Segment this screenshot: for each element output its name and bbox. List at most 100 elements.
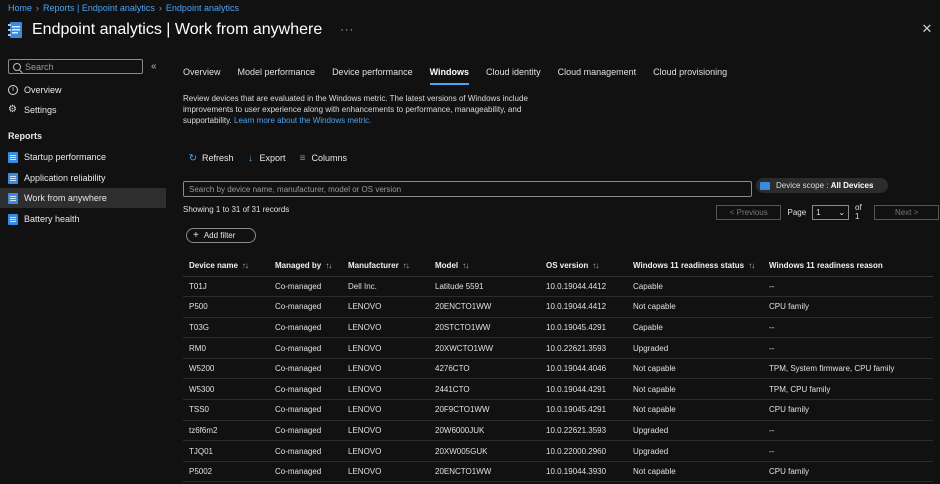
table-row[interactable]: W5300 Co-managed LENOVO 2441CTO 10.0.19044.4… xyxy=(183,378,933,401)
device-scope-label: Device scope : xyxy=(776,181,831,190)
managed-by-cell: Co-managed xyxy=(269,461,342,483)
page-header: Endpoint analytics | Work from anywhere … xyxy=(8,18,354,42)
refresh-button[interactable]: ↻ Refresh xyxy=(188,153,234,164)
previous-page-button[interactable]: < Previous xyxy=(716,204,782,220)
sidebar-item-settings[interactable]: ⚙ Settings xyxy=(0,100,166,120)
sort-icon[interactable]: ↑↓ xyxy=(748,261,755,270)
table-row[interactable]: P5002 Co-managed LENOVO 20ENCTO1WW 10.0.1904… xyxy=(183,461,933,483)
tab-cloud-management[interactable]: Cloud management xyxy=(558,67,637,81)
column-header-device-name[interactable]: Device name ↑↓ xyxy=(183,255,269,277)
managed-by-cell: Co-managed xyxy=(269,399,342,421)
manufacturer-cell: LENOVO xyxy=(342,358,429,380)
main-content: Overview Model performance Device perfor… xyxy=(183,52,940,484)
columns-button[interactable]: ≡ Columns xyxy=(298,153,347,164)
device-search-input[interactable]: Search by device name, manufacturer, mod… xyxy=(183,181,752,197)
collapse-sidebar-icon[interactable]: « xyxy=(151,61,157,72)
sidebar-item-startup-performance[interactable]: Startup performance xyxy=(0,147,166,167)
model-cell: 20XW005GUK xyxy=(429,440,540,462)
tab-cloud-identity[interactable]: Cloud identity xyxy=(486,67,541,81)
sidebar-item-label: Battery health xyxy=(24,214,80,224)
device-name-cell: TJQ01 xyxy=(183,440,269,462)
table-row[interactable]: T03G Co-managed LENOVO 20STCTO1WW 10.0.19045… xyxy=(183,317,933,339)
device-name-cell: P5002 xyxy=(183,461,269,483)
sidebar-search-input[interactable]: Search xyxy=(8,59,143,74)
readiness-reason-cell: CPU family xyxy=(763,461,933,483)
column-header-readiness-reason: Windows 11 readiness reason xyxy=(763,255,933,277)
tab-windows[interactable]: Windows xyxy=(429,67,470,85)
os-version-cell: 10.0.19044.3930 xyxy=(540,461,627,483)
sort-icon[interactable]: ↑↓ xyxy=(242,261,249,270)
table-row[interactable]: T01J Co-managed Dell Inc. Latitude 5591 10.0… xyxy=(183,276,933,298)
readiness-status-cell: Upgraded xyxy=(627,337,763,359)
column-header-label: OS version xyxy=(546,260,589,270)
tab-overview[interactable]: Overview xyxy=(183,67,221,81)
column-header-os-version[interactable]: OS version ↑↓ xyxy=(540,255,627,277)
os-version-cell: 10.0.19044.4046 xyxy=(540,358,627,380)
tab-cloud-provisioning[interactable]: Cloud provisioning xyxy=(653,67,727,81)
more-options-icon[interactable]: ··· xyxy=(340,24,354,36)
download-icon: ↓ xyxy=(248,152,254,164)
table-row[interactable]: P500 Co-managed LENOVO 20ENCTO1WW 10.0.19044… xyxy=(183,296,933,318)
sidebar-search-placeholder: Search xyxy=(25,61,54,72)
sidebar-item-overview[interactable]: i Overview xyxy=(0,80,166,100)
os-version-cell: 10.0.19044.4412 xyxy=(540,276,627,298)
export-label: Export xyxy=(259,153,286,163)
breadcrumb-endpoint-analytics[interactable]: Endpoint analytics xyxy=(166,3,239,13)
sidebar-item-battery-health[interactable]: Battery health xyxy=(0,209,166,229)
add-filter-button[interactable]: + Add filter xyxy=(186,228,256,243)
close-icon[interactable]: ✕ xyxy=(920,22,934,36)
table-row[interactable]: TSS0 Co-managed LENOVO 20F9CTO1WW 10.0.19045… xyxy=(183,399,933,421)
export-button[interactable]: ↓ Export xyxy=(246,153,286,164)
sidebar-item-application-reliability[interactable]: Application reliability xyxy=(0,168,166,188)
chevron-right-icon: › xyxy=(36,3,40,13)
readiness-reason-cell: -- xyxy=(763,317,933,339)
os-version-cell: 10.0.19045.4291 xyxy=(540,317,627,339)
info-icon: i xyxy=(8,85,18,95)
page-title: Endpoint analytics | Work from anywhere xyxy=(32,21,323,38)
model-cell: 2441CTO xyxy=(429,378,540,401)
manufacturer-cell: LENOVO xyxy=(342,296,429,318)
breadcrumb-reports[interactable]: Reports | Endpoint analytics xyxy=(43,3,155,13)
sidebar-item-label: Settings xyxy=(24,105,57,115)
column-header-manufacturer[interactable]: Manufacturer ↑↓ xyxy=(342,255,429,277)
gear-icon: ⚙ xyxy=(8,104,17,115)
column-header-managed-by[interactable]: Managed by ↑↓ xyxy=(269,255,342,277)
model-cell: 4276CTO xyxy=(429,358,540,380)
sidebar: Search « i Overview ⚙ Settings Reports S… xyxy=(0,52,166,484)
page-label: Page xyxy=(787,207,807,217)
table-row[interactable]: W5200 Co-managed LENOVO 4276CTO 10.0.19044.4… xyxy=(183,358,933,380)
table-row[interactable]: TJQ01 Co-managed LENOVO 20XW005GUK 10.0.2200… xyxy=(183,440,933,462)
pagination: < Previous Page 1 ⌄ of 1 Next > xyxy=(716,203,940,221)
device-scope-button[interactable]: Device scope : All Devices xyxy=(756,178,888,193)
tab-description: Review devices that are evaluated in the… xyxy=(183,93,553,126)
breadcrumb-home[interactable]: Home xyxy=(8,3,32,13)
sidebar-item-label: Startup performance xyxy=(24,152,107,162)
page-select[interactable]: 1 ⌄ xyxy=(812,204,850,220)
readiness-status-cell: Not capable xyxy=(627,461,763,483)
table-row[interactable]: tz6f6m2 Co-managed LENOVO 20W6000JUK 10.0.22… xyxy=(183,420,933,442)
model-cell: Latitude 5591 xyxy=(429,276,540,298)
device-search-placeholder: Search by device name, manufacturer, mod… xyxy=(189,184,402,194)
sidebar-item-work-from-anywhere[interactable]: Work from anywhere xyxy=(0,188,166,208)
readiness-status-cell: Not capable xyxy=(627,358,763,380)
table-row[interactable]: RM0 Co-managed LENOVO 20XWCTO1WW 10.0.22621.… xyxy=(183,337,933,359)
tab-device-performance[interactable]: Device performance xyxy=(332,67,413,81)
sort-icon[interactable]: ↑↓ xyxy=(462,261,469,270)
column-header-model[interactable]: Model ↑↓ xyxy=(429,255,540,277)
column-header-readiness-status[interactable]: Windows 11 readiness status ↑↓ xyxy=(627,255,763,277)
sort-icon[interactable]: ↑↓ xyxy=(592,261,599,270)
readiness-status-cell: Upgraded xyxy=(627,420,763,442)
next-page-button[interactable]: Next > xyxy=(873,204,940,220)
column-header-label: Managed by xyxy=(275,260,322,270)
managed-by-cell: Co-managed xyxy=(269,358,342,380)
sort-icon[interactable]: ↑↓ xyxy=(325,261,332,270)
readiness-reason-cell: -- xyxy=(763,420,933,442)
tab-model-performance[interactable]: Model performance xyxy=(238,67,316,81)
page-select-value: 1 xyxy=(816,207,821,217)
learn-more-link[interactable]: Learn more about the Windows metric. xyxy=(234,116,371,125)
readiness-status-cell: Not capable xyxy=(627,399,763,421)
sort-icon[interactable]: ↑↓ xyxy=(403,261,410,270)
readiness-reason-cell: CPU family xyxy=(763,399,933,421)
managed-by-cell: Co-managed xyxy=(269,420,342,442)
column-header-label: Model xyxy=(435,260,459,270)
